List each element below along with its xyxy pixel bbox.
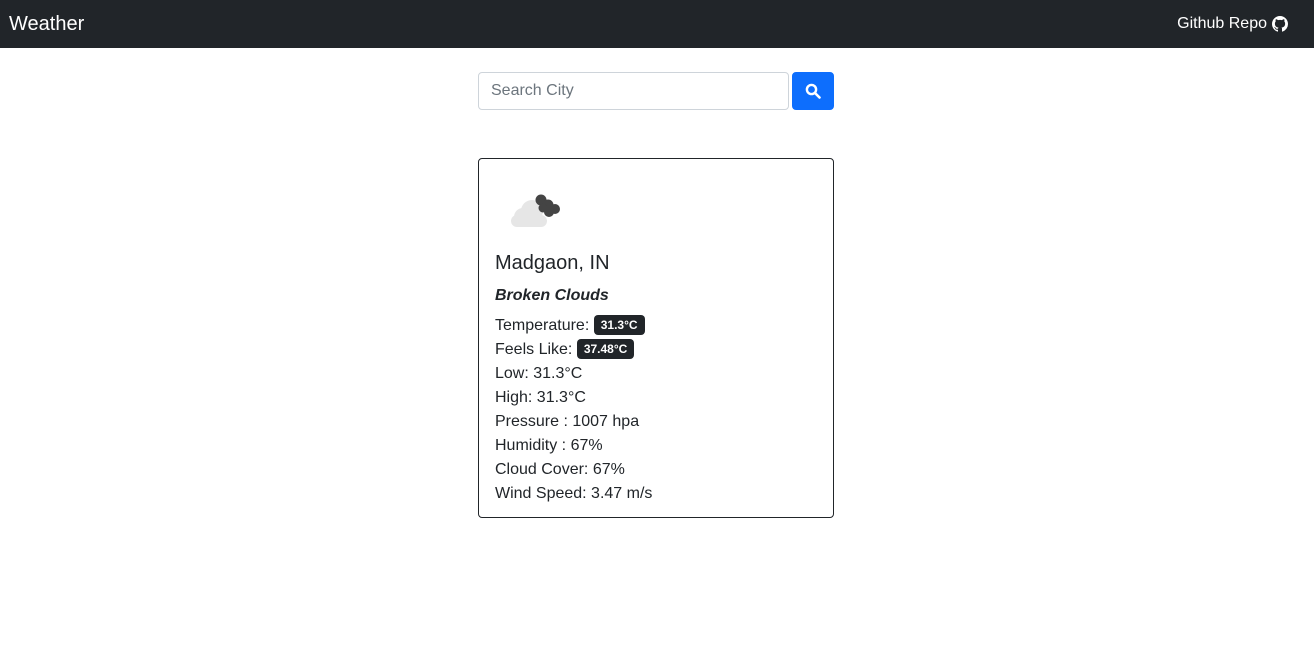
- github-repo-link[interactable]: Github Repo: [1177, 15, 1288, 33]
- github-repo-label: Github Repo: [1177, 15, 1267, 32]
- weather-description: Broken Clouds: [495, 287, 609, 304]
- city-name: Madgaon, IN: [495, 252, 610, 274]
- brand-link[interactable]: Weather: [9, 13, 84, 36]
- temperature-row: Temperature: 31.3°C: [495, 314, 817, 338]
- wind-speed: Wind Speed: 3.47 m/s: [495, 485, 653, 502]
- high-temperature: High: 31.3°C: [495, 389, 586, 406]
- temperature-label: Temperature:: [495, 317, 590, 334]
- cloud-cover: Cloud Cover: 67%: [495, 461, 625, 478]
- search-city-input[interactable]: [478, 72, 789, 110]
- search-button[interactable]: [792, 72, 834, 110]
- broken-clouds-icon: [511, 194, 560, 227]
- weather-card: Madgaon, IN Broken Clouds Temperature: 3…: [478, 158, 834, 518]
- feels-like-badge: 37.48°C: [576, 339, 635, 359]
- feels-like-row: Feels Like: 37.48°C: [495, 338, 817, 362]
- navbar: Weather Github Repo: [0, 0, 1314, 48]
- humidity: Humidity : 67%: [495, 437, 603, 454]
- pressure: Pressure : 1007 hpa: [495, 413, 640, 430]
- temperature-badge: 31.3°C: [593, 315, 645, 335]
- search-form: [478, 72, 834, 110]
- github-icon: [1272, 16, 1288, 32]
- feels-like-label: Feels Like:: [495, 341, 573, 358]
- search-icon: [805, 83, 821, 99]
- low-temperature: Low: 31.3°C: [495, 365, 583, 382]
